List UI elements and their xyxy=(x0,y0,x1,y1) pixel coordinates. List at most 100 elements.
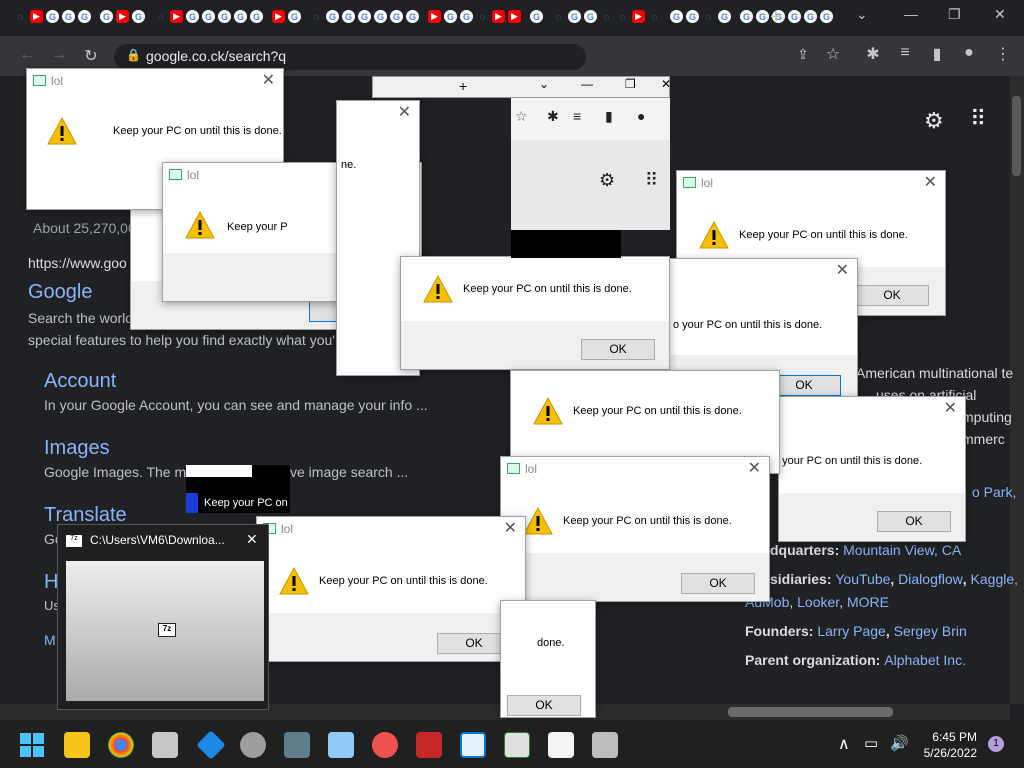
taskbar-app-icon[interactable] xyxy=(240,732,266,758)
new-tab-button[interactable]: + xyxy=(770,6,782,29)
youtube-tab-icon[interactable]: ▶ xyxy=(632,10,645,23)
close-window-button[interactable]: ✕ xyxy=(994,6,1006,23)
file-explorer-icon[interactable] xyxy=(64,732,90,758)
back-arrow-icon[interactable]: ← xyxy=(16,46,38,64)
show-hidden-icons-chevron-icon[interactable]: ∧ xyxy=(838,734,850,754)
taskbar-app-icon[interactable] xyxy=(460,732,486,758)
side-panel-icon[interactable]: ▮ xyxy=(926,44,948,64)
taskbar-app-icon[interactable] xyxy=(152,732,178,758)
kp-link[interactable]: o Park, xyxy=(972,481,1016,503)
share-icon[interactable]: ⇪ xyxy=(792,46,814,63)
google-tab-icon[interactable]: G xyxy=(358,10,371,23)
google-tab-icon[interactable]: G xyxy=(686,10,699,23)
taskbar-app-icon[interactable] xyxy=(592,732,618,758)
google-tab-icon[interactable]: G xyxy=(460,10,473,23)
google-tab-icon[interactable]: G xyxy=(342,10,355,23)
loading-tab-icon[interactable]: ◌ xyxy=(552,10,565,23)
taskbar-app-icon[interactable] xyxy=(548,732,574,758)
bookmark-star-icon[interactable]: ☆ xyxy=(822,44,844,64)
loading-tab-icon[interactable]: ◌ xyxy=(600,10,613,23)
nested-sidepanel-icon[interactable]: ▮ xyxy=(605,108,613,125)
dialog-close-button[interactable]: ✕ xyxy=(398,102,411,122)
nested-profile-icon[interactable]: ● xyxy=(637,108,645,124)
nested-star-icon[interactable]: ☆ xyxy=(515,108,528,125)
network-icon[interactable]: ▭ xyxy=(864,734,878,752)
ok-button[interactable]: OK xyxy=(855,285,929,306)
loading-tab-icon[interactable]: ◌ xyxy=(648,10,661,23)
taskbar-app-icon[interactable] xyxy=(372,732,398,758)
google-tab-icon[interactable]: G xyxy=(250,10,263,23)
console-close-button[interactable]: ✕ xyxy=(246,531,258,548)
google-tab-icon[interactable]: G xyxy=(132,10,145,23)
chrome-icon[interactable] xyxy=(108,732,134,758)
nested-dropdown[interactable]: ⌄ xyxy=(539,77,549,91)
loading-tab-icon[interactable]: ◌ xyxy=(310,10,323,23)
google-tab-icon[interactable]: G xyxy=(218,10,231,23)
console-window[interactable]: 7z C:\Users\VM6\Downloa... ✕ 7z xyxy=(57,524,269,710)
youtube-tab-icon[interactable]: ▶ xyxy=(492,10,505,23)
result-title-google[interactable]: Google xyxy=(28,281,93,304)
start-windows-icon[interactable] xyxy=(20,733,44,757)
youtube-tab-icon[interactable]: ▶ xyxy=(170,10,183,23)
taskbar-app-icon[interactable] xyxy=(328,732,354,758)
google-tab-icon[interactable]: G xyxy=(326,10,339,23)
dialog-close-button[interactable]: ✕ xyxy=(504,518,517,538)
youtube-tab-icon[interactable]: ▶ xyxy=(30,10,43,23)
dialog-close-button[interactable]: ✕ xyxy=(944,398,957,418)
tab-search-icon[interactable]: ⌄ xyxy=(856,6,868,23)
ok-button[interactable]: OK xyxy=(581,339,655,360)
sitelink-images[interactable]: Images xyxy=(44,437,110,460)
minimize-button[interactable]: — xyxy=(904,6,918,22)
media-control-icon[interactable]: ≡ xyxy=(894,44,916,62)
google-tab-icon[interactable]: G xyxy=(288,10,301,23)
sitelink-m[interactable]: M xyxy=(44,632,56,648)
google-tab-icon[interactable]: G xyxy=(568,10,581,23)
nested-extensions-icon[interactable]: ✱ xyxy=(547,108,559,125)
clock-date[interactable]: 5/26/2022 xyxy=(919,746,977,760)
menu-icon[interactable]: ⋮ xyxy=(992,44,1014,64)
google-tab-icon[interactable]: G xyxy=(820,10,833,23)
loading-tab-icon[interactable]: ◌ xyxy=(14,10,27,23)
apps-grid-icon[interactable]: ⠿ xyxy=(970,106,986,132)
google-tab-icon[interactable]: G xyxy=(670,10,683,23)
taskbar-app-icon[interactable] xyxy=(416,732,442,758)
forward-arrow-icon[interactable]: → xyxy=(48,46,70,64)
nested-close[interactable]: ✕ xyxy=(661,77,671,91)
notification-badge[interactable]: 1 xyxy=(988,736,1004,752)
google-tab-icon[interactable]: G xyxy=(100,10,113,23)
nested-apps-icon[interactable]: ⠿ xyxy=(645,170,658,191)
ok-button[interactable]: OK xyxy=(877,511,951,532)
google-tab-icon[interactable]: G xyxy=(530,10,543,23)
google-tab-icon[interactable]: G xyxy=(202,10,215,23)
google-tab-icon[interactable]: G xyxy=(740,10,753,23)
restore-button[interactable]: ❐ xyxy=(948,6,961,23)
loading-tab-icon[interactable]: ◌ xyxy=(154,10,167,23)
google-tab-icon[interactable]: G xyxy=(78,10,91,23)
sitelink-account[interactable]: Account xyxy=(44,370,116,393)
google-tab-icon[interactable]: G xyxy=(788,10,801,23)
nested-settings-icon[interactable]: ⚙ xyxy=(599,170,615,191)
taskbar-app-icon[interactable] xyxy=(504,732,530,758)
google-tab-icon[interactable]: G xyxy=(390,10,403,23)
youtube-tab-icon[interactable]: ▶ xyxy=(116,10,129,23)
dialog-close-button[interactable]: ✕ xyxy=(262,70,275,90)
nested-minimize[interactable]: — xyxy=(581,77,593,91)
dialog-close-button[interactable]: ✕ xyxy=(836,260,849,280)
youtube-tab-icon[interactable]: ▶ xyxy=(508,10,521,23)
settings-gear-icon[interactable]: ⚙ xyxy=(924,108,944,134)
loading-tab-icon[interactable]: ◌ xyxy=(476,10,489,23)
volume-icon[interactable]: 🔊 xyxy=(890,734,909,752)
nested-restore[interactable]: ❐ xyxy=(625,77,636,91)
google-tab-icon[interactable]: G xyxy=(374,10,387,23)
ok-button[interactable]: OK xyxy=(507,695,581,716)
dialog-close-button[interactable]: ✕ xyxy=(924,172,937,192)
google-tab-icon[interactable]: G xyxy=(406,10,419,23)
extensions-icon[interactable]: ✱ xyxy=(862,44,884,64)
reload-icon[interactable]: ↻ xyxy=(80,46,102,66)
google-tab-icon[interactable]: G xyxy=(46,10,59,23)
clock-time[interactable]: 6:45 PM xyxy=(932,730,977,744)
google-tab-icon[interactable]: G xyxy=(62,10,75,23)
nested-new-tab[interactable]: + xyxy=(459,78,467,94)
taskbar-app-icon[interactable] xyxy=(284,732,310,758)
loading-tab-icon[interactable]: ◌ xyxy=(702,10,715,23)
